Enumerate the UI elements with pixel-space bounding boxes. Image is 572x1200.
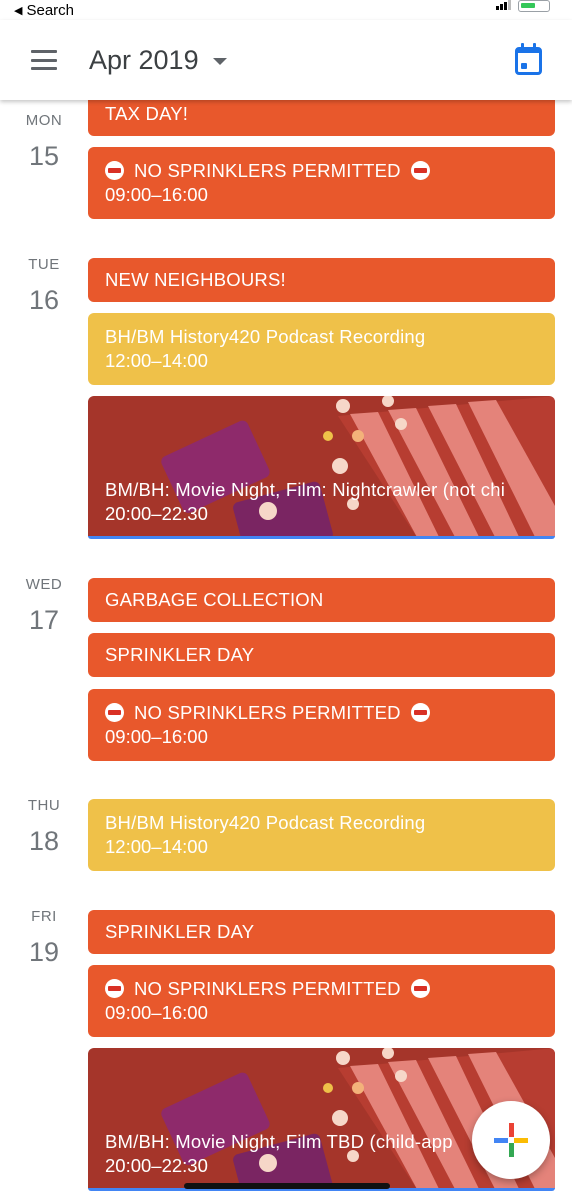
dropdown-caret-icon [212, 57, 227, 65]
no-entry-icon [410, 703, 430, 722]
no-entry-icon [410, 979, 430, 998]
status-bar: ◀ Search [0, 0, 572, 20]
day-label[interactable]: FRI 19 [0, 908, 88, 968]
event-title: NO SPRINKLERS PERMITTED [134, 702, 401, 723]
event-title: BM/BH: Movie Night, Film: Nightcrawler (… [105, 479, 506, 500]
day-number: 16 [28, 285, 60, 315]
back-label: Search [26, 1, 74, 19]
day-label[interactable]: MON 15 [0, 112, 88, 172]
no-entry-icon [105, 979, 124, 998]
event-title: BM/BH: Movie Night, Film TBD (child-app [105, 1131, 453, 1152]
day-number: 19 [28, 937, 60, 967]
event-title: TAX DAY! [105, 103, 189, 124]
event-title: SPRINKLER DAY [105, 644, 255, 665]
no-entry-icon [105, 703, 124, 722]
hamburger-menu-icon[interactable] [31, 50, 57, 70]
back-arrow-icon: ◀ [14, 4, 23, 17]
event-time: 12:00–14:00 [105, 350, 208, 371]
event-chip-movie[interactable]: BM/BH: Movie Night, Film: Nightcrawler (… [88, 396, 555, 539]
event-chip[interactable]: NO SPRINKLERS PERMITTED 09:00–16:00 [88, 147, 555, 219]
event-chip[interactable]: GARBAGE COLLECTION [88, 578, 555, 622]
calendar-today-icon[interactable] [515, 43, 542, 75]
event-title: NO SPRINKLERS PERMITTED [134, 978, 401, 999]
event-chip[interactable]: SPRINKLER DAY [88, 910, 555, 954]
day-label[interactable]: THU 18 [0, 797, 88, 857]
event-time: 12:00–14:00 [105, 836, 208, 857]
event-chip[interactable]: NEW NEIGHBOURS! [88, 258, 555, 302]
day-number: 17 [28, 605, 60, 635]
event-time: 09:00–16:00 [105, 184, 208, 205]
event-title: NEW NEIGHBOURS! [105, 269, 286, 290]
event-chip[interactable]: NO SPRINKLERS PERMITTED 09:00–16:00 [88, 689, 555, 761]
day-number: 15 [28, 141, 60, 171]
home-indicator[interactable] [184, 1183, 390, 1189]
event-chip[interactable]: SPRINKLER DAY [88, 633, 555, 677]
event-time: 09:00–16:00 [105, 1002, 208, 1023]
day-of-week: THU [27, 797, 61, 814]
event-title: GARBAGE COLLECTION [105, 589, 324, 610]
event-chip[interactable]: NO SPRINKLERS PERMITTED 09:00–16:00 [88, 965, 555, 1037]
day-of-week: TUE [28, 256, 60, 273]
back-to-search-link[interactable]: ◀ Search [14, 2, 74, 19]
month-selector[interactable]: Apr 2019 [89, 45, 227, 76]
agenda-list[interactable]: MON 15 TAX DAY! NO SPRINKLERS PERMITTED … [0, 0, 572, 1200]
day-label[interactable]: WED 17 [0, 576, 88, 636]
app-bar: Apr 2019 [0, 20, 572, 100]
event-title: NO SPRINKLERS PERMITTED [134, 160, 401, 181]
signal-icon [496, 0, 512, 10]
event-chip[interactable]: BH/BM History420 Podcast Recording 12:00… [88, 313, 555, 385]
day-of-week: WED [25, 576, 63, 593]
no-entry-icon [105, 161, 124, 180]
status-icons [496, 0, 550, 12]
day-number: 18 [28, 826, 60, 856]
battery-icon [518, 0, 550, 12]
no-entry-icon [410, 161, 430, 180]
event-title: BH/BM History420 Podcast Recording [105, 812, 426, 833]
day-of-week: MON [25, 112, 63, 129]
day-of-week: FRI [31, 908, 57, 925]
event-time: 09:00–16:00 [105, 726, 208, 747]
event-chip[interactable]: BH/BM History420 Podcast Recording 12:00… [88, 799, 555, 871]
event-title: BH/BM History420 Podcast Recording [105, 326, 426, 347]
event-time: 20:00–22:30 [105, 1155, 208, 1176]
event-title: SPRINKLER DAY [105, 921, 255, 942]
event-time: 20:00–22:30 [105, 503, 208, 524]
create-event-button[interactable] [472, 1101, 550, 1179]
month-title: Apr 2019 [89, 44, 199, 75]
day-label[interactable]: TUE 16 [0, 256, 88, 316]
